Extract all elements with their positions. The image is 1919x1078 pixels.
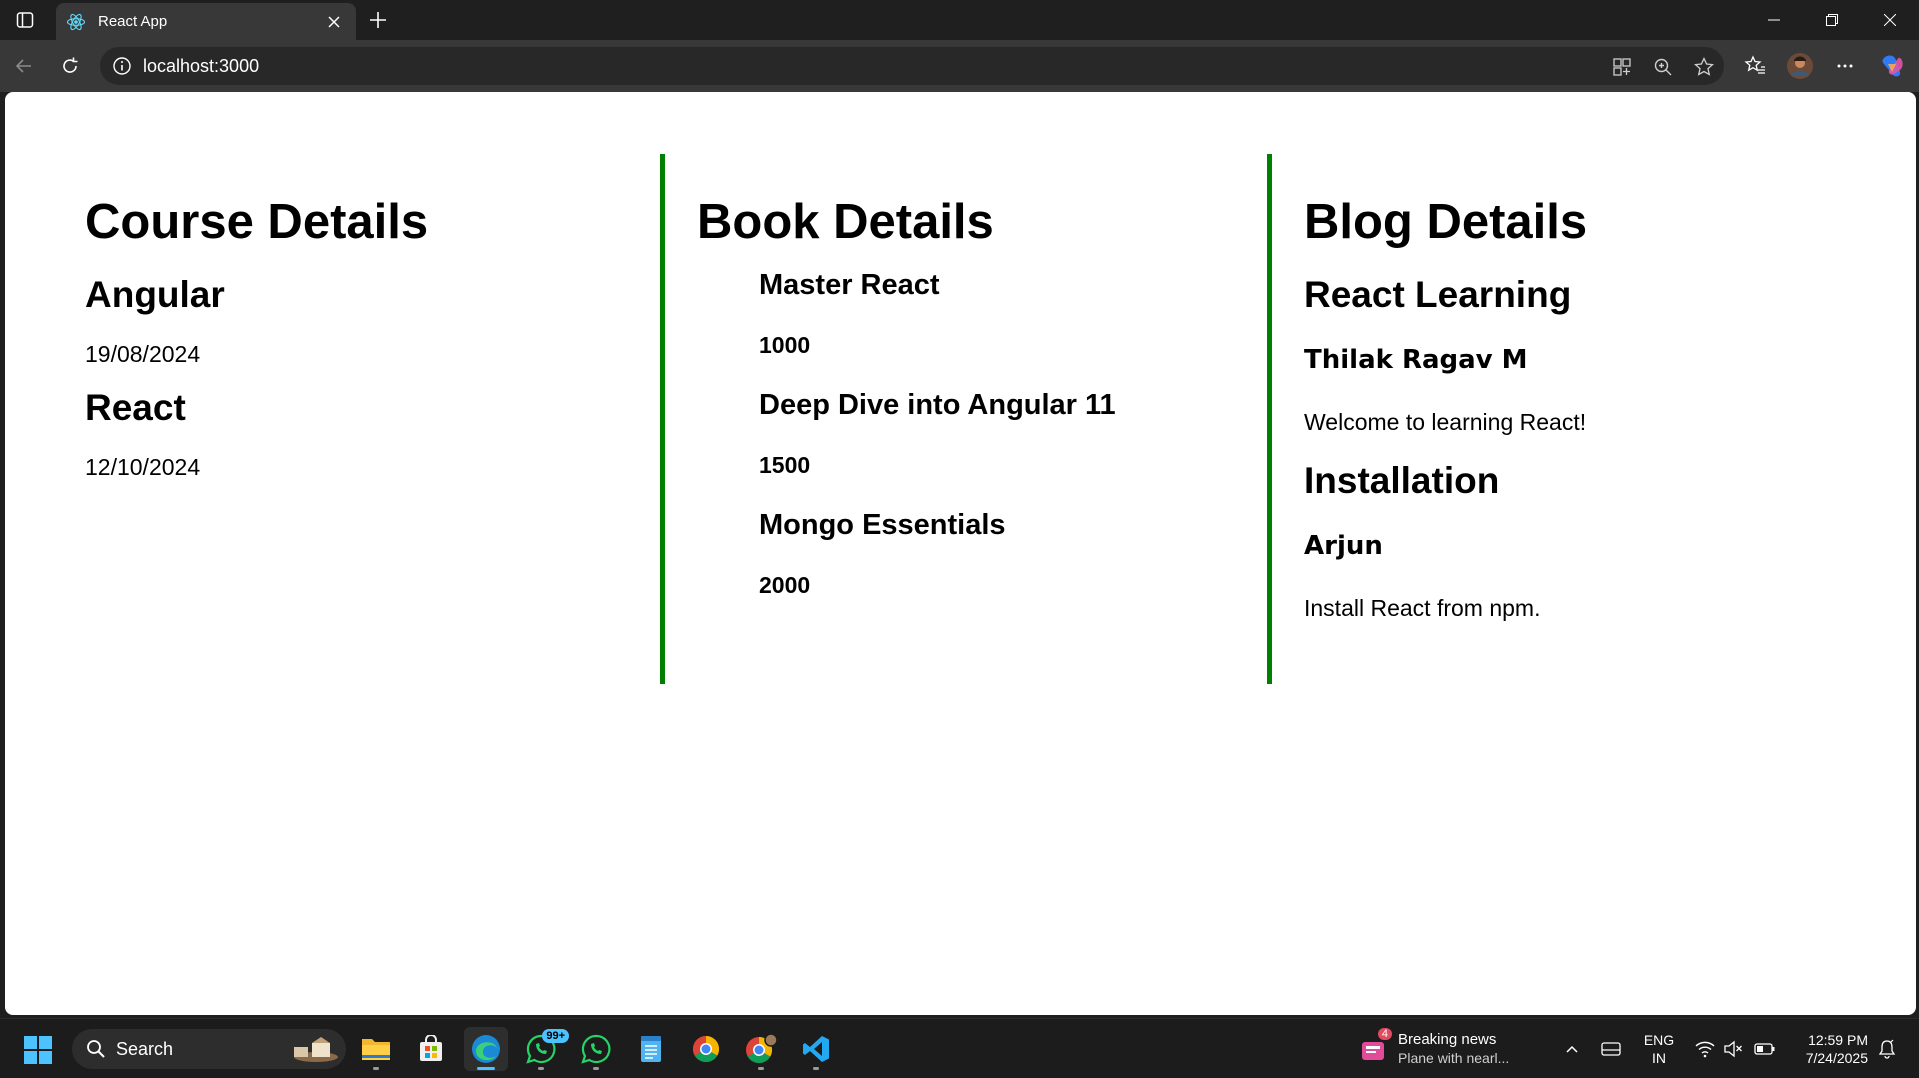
back-arrow-icon[interactable]	[8, 50, 40, 82]
url-text[interactable]: localhost:3000	[143, 56, 259, 77]
book-details-section: Book Details Master React 1000 Deep Dive…	[660, 154, 1267, 684]
site-info-icon[interactable]	[112, 56, 132, 76]
blog-content: Welcome to learning React!	[1304, 409, 1587, 435]
clock-time: 12:59 PM	[1808, 1032, 1868, 1048]
blog-details-heading: Blog Details	[1304, 195, 1588, 249]
windows-start-icon[interactable]	[22, 1034, 54, 1066]
book-title: Master React	[759, 269, 940, 301]
favorites-icon[interactable]	[1739, 50, 1771, 82]
course-details-section: Course Details Angular 19/08/2024 React …	[5, 154, 660, 684]
course-item: Angular 19/08/2024	[85, 273, 660, 368]
wifi-icon[interactable]	[1693, 1037, 1717, 1061]
profile-avatar[interactable]	[1784, 50, 1816, 82]
search-label: Search	[116, 1038, 174, 1059]
book-price: 1500	[759, 452, 811, 478]
course-date: 12/10/2024	[85, 454, 201, 480]
microsoft-store-icon[interactable]	[409, 1027, 453, 1071]
course-date: 19/08/2024	[85, 341, 201, 367]
search-icon	[87, 1040, 105, 1058]
browser-toolbar: localhost:3000	[0, 40, 1919, 92]
blog-content: Install React from npm.	[1304, 595, 1541, 621]
notification-bell-icon[interactable]	[1875, 1037, 1899, 1061]
news-count-badge: 4	[1377, 1028, 1392, 1040]
favorite-star-icon[interactable]	[1692, 55, 1716, 79]
book-details-heading: Book Details	[697, 195, 994, 249]
whatsapp-badge: 99+	[542, 1029, 569, 1043]
blog-item: Installation Arjun Install React from np…	[1304, 459, 1916, 622]
file-explorer-icon[interactable]	[354, 1027, 398, 1071]
news-widget[interactable]: 4 Breaking news Plane with nearl...	[1358, 1027, 1538, 1071]
course-details-heading: Course Details	[85, 195, 429, 249]
course-name: Angular	[85, 274, 225, 315]
minimize-icon[interactable]	[1745, 0, 1803, 40]
zoom-icon[interactable]	[1651, 55, 1675, 79]
search-highlight-icon	[294, 1037, 338, 1062]
clock-date: 7/24/2025	[1805, 1050, 1868, 1066]
speaker-muted-icon[interactable]	[1721, 1037, 1745, 1061]
chrome-icon[interactable]	[684, 1027, 728, 1071]
whatsapp-beta-icon[interactable]: 99+	[519, 1027, 569, 1071]
book-price: 2000	[759, 572, 811, 598]
blog-item: React Learning Thilak Ragav M Welcome to…	[1304, 273, 1916, 436]
touch-keyboard-icon[interactable]	[1599, 1037, 1623, 1061]
tab-react-app[interactable]: React App	[56, 3, 356, 40]
book-price: 1000	[759, 332, 811, 358]
app-available-icon[interactable]	[1610, 55, 1634, 79]
input-language-indicator[interactable]: ENG IN	[1641, 1031, 1677, 1067]
tab-title: React App	[98, 13, 168, 30]
book-item: Mongo Essentials 2000	[759, 507, 1267, 599]
book-title: Mongo Essentials	[759, 509, 1006, 541]
edge-browser-icon[interactable]	[464, 1027, 508, 1071]
whatsapp-icon[interactable]	[574, 1027, 618, 1071]
blog-details-section: Blog Details React Learning Thilak Ragav…	[1267, 154, 1916, 684]
new-tab-plus-icon[interactable]	[364, 6, 392, 34]
notepad-icon[interactable]	[629, 1027, 673, 1071]
language-code: ENG	[1643, 1032, 1675, 1048]
page-viewport: Course Details Angular 19/08/2024 React …	[5, 92, 1916, 1015]
refresh-icon[interactable]	[54, 50, 86, 82]
blog-author: Arjun	[1304, 531, 1383, 561]
battery-icon[interactable]	[1753, 1037, 1777, 1061]
book-list: Master React 1000 Deep Dive into Angular…	[697, 267, 1267, 599]
taskbar-search[interactable]: Search	[72, 1029, 346, 1069]
address-bar[interactable]: localhost:3000	[100, 47, 1724, 85]
blog-author: Thilak Ragav M	[1304, 345, 1528, 375]
news-title: Breaking news	[1398, 1031, 1497, 1048]
course-name: React	[85, 387, 186, 428]
windows-taskbar: Search 99+ 4 Breaking news Plane with ne…	[0, 1018, 1919, 1078]
more-options-icon[interactable]	[1829, 50, 1861, 82]
window-controls	[1745, 0, 1919, 40]
book-item: Deep Dive into Angular 11 1500	[759, 387, 1267, 479]
close-tab-icon[interactable]	[322, 10, 346, 34]
restore-icon[interactable]	[1803, 0, 1861, 40]
vscode-icon[interactable]	[794, 1027, 838, 1071]
region-code: IN	[1652, 1050, 1666, 1066]
blog-title: React Learning	[1304, 274, 1572, 315]
blog-title: Installation	[1304, 460, 1500, 501]
book-title: Deep Dive into Angular 11	[759, 389, 1116, 421]
react-favicon-icon	[66, 13, 86, 30]
system-clock[interactable]: 12:59 PM 7/24/2025	[1786, 1031, 1868, 1067]
close-window-icon[interactable]	[1861, 0, 1919, 40]
book-item: Master React 1000	[759, 267, 1267, 359]
course-item: React 12/10/2024	[85, 386, 660, 481]
show-hidden-icons-chevron-icon[interactable]	[1560, 1037, 1584, 1061]
copilot-icon[interactable]	[1876, 50, 1908, 82]
tab-actions-icon[interactable]	[8, 6, 42, 34]
news-icon: 4	[1358, 1028, 1392, 1064]
news-subtitle: Plane with nearl...	[1398, 1050, 1510, 1066]
tab-strip: React App	[0, 0, 1919, 40]
chrome-profile-icon[interactable]	[739, 1027, 783, 1071]
